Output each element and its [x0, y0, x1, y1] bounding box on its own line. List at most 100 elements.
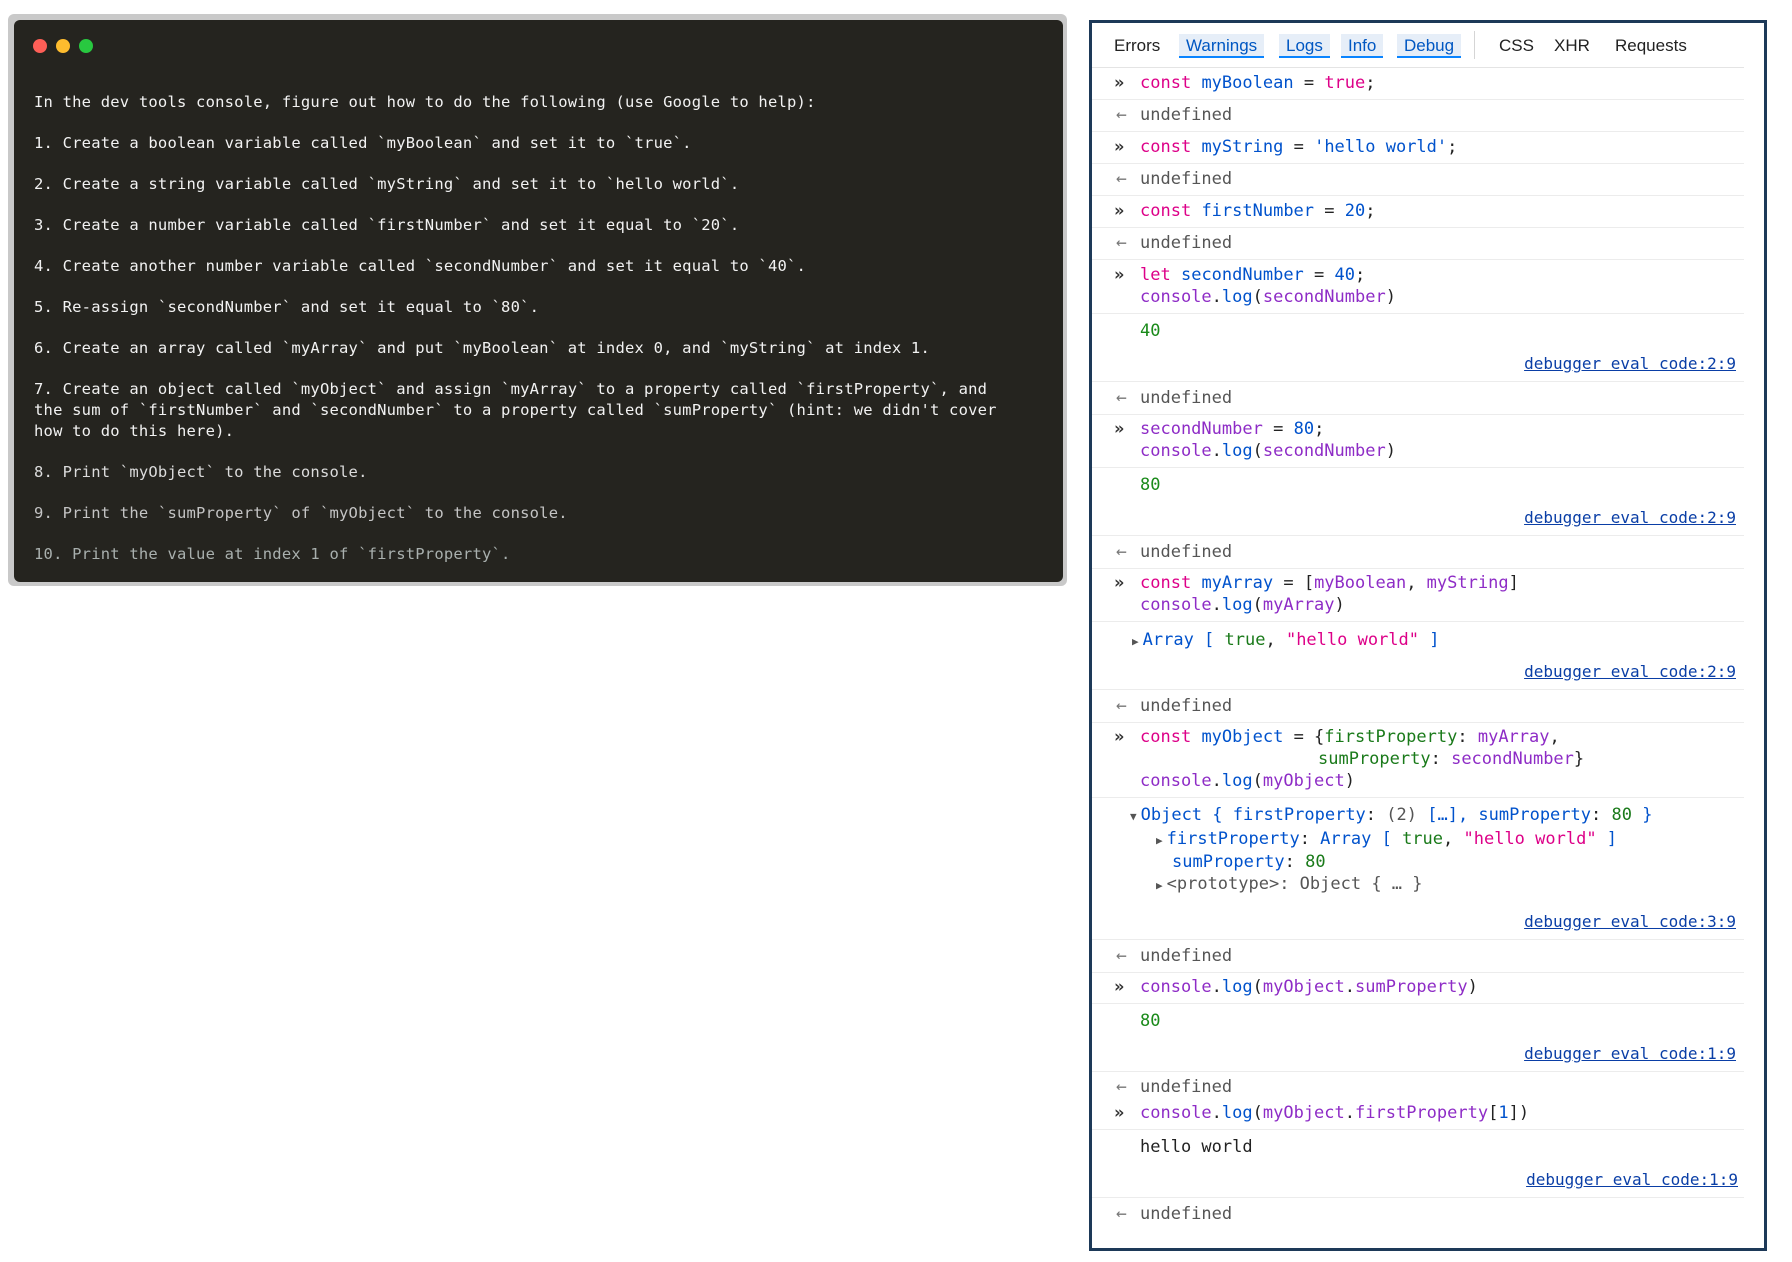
instruction-intro: In the dev tools console, figure out how… — [34, 93, 816, 111]
console-input-row: » const firstNumber = 20; — [1092, 195, 1744, 228]
input-prompt-icon: » — [1114, 727, 1124, 747]
console-code[interactable]: sumProperty: secondNumber} — [1318, 749, 1584, 769]
array-output[interactable]: ▶ Array [ true, "hello world" ] — [1132, 630, 1440, 650]
input-prompt-icon: » — [1114, 1103, 1124, 1123]
console-code[interactable]: console.log(myObject.firstProperty[1]) — [1140, 1103, 1529, 1123]
minimize-window-dot[interactable] — [56, 39, 70, 53]
filter-info[interactable]: Info — [1341, 34, 1384, 58]
input-prompt-icon: » — [1114, 573, 1124, 593]
input-prompt-icon: » — [1114, 137, 1124, 157]
instructions-terminal-window: In the dev tools console, figure out how… — [14, 20, 1063, 582]
result-undefined: undefined — [1140, 233, 1233, 253]
instruction-8: 8. Print `myObject` to the console. — [34, 463, 368, 481]
collapse-triangle-icon[interactable]: ▼ — [1130, 810, 1137, 823]
console-code[interactable]: console.log(secondNumber) — [1140, 287, 1396, 307]
instruction-9: 9. Print the `sumProperty` of `myObject`… — [34, 504, 568, 522]
result-arrow-icon: ← — [1116, 168, 1127, 189]
console-result-row: ← undefined — [1092, 99, 1744, 132]
filter-divider — [1474, 31, 1475, 59]
console-input-row: » const myBoolean = true; — [1092, 67, 1744, 100]
instruction-4: 4. Create another number variable called… — [34, 257, 807, 275]
source-link[interactable]: debugger eval code:3:9 — [1524, 912, 1736, 931]
filter-xhr[interactable]: XHR — [1554, 36, 1590, 56]
log-output-number: 80 — [1140, 1011, 1161, 1031]
log-output-string: hello world — [1140, 1137, 1253, 1157]
console-code[interactable]: console.log(myObject) — [1140, 771, 1355, 791]
log-output-number: 40 — [1140, 321, 1161, 341]
filter-warnings[interactable]: Warnings — [1179, 34, 1265, 58]
object-first-property[interactable]: ▶ firstProperty: Array [ true, "hello wor… — [1156, 829, 1617, 849]
instruction-7: 7. Create an object called `myObject` an… — [34, 380, 997, 440]
console-code[interactable]: console.log(myArray) — [1140, 595, 1345, 615]
console-result-row: ← undefined — [1092, 381, 1744, 415]
filter-requests[interactable]: Requests — [1615, 36, 1687, 56]
instruction-10: 10. Print the value at index 1 of `first… — [34, 545, 511, 563]
console-code[interactable]: let secondNumber = 40; — [1140, 265, 1365, 285]
source-link[interactable]: debugger eval code:2:9 — [1524, 354, 1736, 373]
console-input-row: » const myObject = {firstProperty: myArr… — [1092, 721, 1744, 798]
console-result-row: ← undefined — [1092, 1197, 1744, 1230]
console-input-row: » let secondNumber = 40; console.log(sec… — [1092, 259, 1744, 314]
result-undefined: undefined — [1140, 388, 1233, 408]
console-result-row: ← undefined — [1092, 535, 1744, 569]
filter-css[interactable]: CSS — [1499, 36, 1534, 56]
filter-logs[interactable]: Logs — [1279, 34, 1330, 58]
source-link[interactable]: debugger eval code:1:9 — [1526, 1170, 1738, 1189]
console-input-row: » console.log(myObject.sumProperty) — [1092, 971, 1744, 1004]
console-log-row: 80 debugger eval code:2:9 — [1092, 467, 1744, 535]
console-result-row: ← undefined — [1092, 1071, 1744, 1100]
filter-errors[interactable]: Errors — [1114, 36, 1160, 56]
result-undefined: undefined — [1140, 542, 1233, 562]
input-prompt-icon: » — [1114, 977, 1124, 997]
console-log-row: hello world debugger eval code:1:9 — [1092, 1129, 1744, 1197]
console-result-row: ← undefined — [1092, 163, 1744, 196]
result-arrow-icon: ← — [1116, 541, 1127, 562]
object-prototype[interactable]: ▶ <prototype>: Object { … } — [1156, 874, 1423, 894]
console-log-row: 40 debugger eval code:2:9 — [1092, 313, 1744, 381]
console-code[interactable]: secondNumber = 80; — [1140, 419, 1324, 439]
console-log-row: ▼ Object { firstProperty: (2) […], sumPro… — [1092, 797, 1744, 939]
filter-debug[interactable]: Debug — [1397, 34, 1462, 58]
instruction-6: 6. Create an array called `myArray` and … — [34, 339, 930, 357]
instruction-3: 3. Create a number variable called `firs… — [34, 216, 740, 234]
input-prompt-icon: » — [1114, 419, 1124, 439]
result-undefined: undefined — [1140, 696, 1233, 716]
result-arrow-icon: ← — [1116, 695, 1127, 716]
console-code[interactable]: const myString = 'hello world'; — [1140, 137, 1457, 157]
source-link[interactable]: debugger eval code:1:9 — [1524, 1044, 1736, 1063]
console-code[interactable]: const myArray = [myBoolean, myString] — [1140, 573, 1519, 593]
console-input-row: » console.log(myObject.firstProperty[1]) — [1092, 1099, 1744, 1130]
result-undefined: undefined — [1140, 1077, 1233, 1097]
console-filter-bar: Errors Warnings Logs Info Debug CSS XHR … — [1092, 23, 1744, 68]
expand-triangle-icon[interactable]: ▶ — [1156, 879, 1163, 892]
object-sum-property: sumProperty: 80 — [1172, 852, 1326, 872]
result-undefined: undefined — [1140, 1204, 1233, 1224]
result-arrow-icon: ← — [1116, 232, 1127, 253]
console-code[interactable]: const myObject = {firstProperty: myArray… — [1140, 727, 1560, 747]
console-result-row: ← undefined — [1092, 689, 1744, 723]
source-link[interactable]: debugger eval code:2:9 — [1524, 508, 1736, 527]
console-result-row: ← undefined — [1092, 227, 1744, 260]
instruction-2: 2. Create a string variable called `mySt… — [34, 175, 740, 193]
object-output[interactable]: ▼ Object { firstProperty: (2) […], sumPro… — [1130, 805, 1652, 825]
maximize-window-dot[interactable] — [79, 39, 93, 53]
console-code[interactable]: console.log(myObject.sumProperty) — [1140, 977, 1478, 997]
console-code[interactable]: const myBoolean = true; — [1140, 73, 1376, 93]
console-code[interactable]: console.log(secondNumber) — [1140, 441, 1396, 461]
result-arrow-icon: ← — [1116, 1076, 1127, 1097]
console-result-row: ← undefined — [1092, 939, 1744, 973]
window-controls — [33, 39, 93, 53]
expand-triangle-icon[interactable]: ▶ — [1156, 834, 1163, 847]
result-undefined: undefined — [1140, 946, 1233, 966]
close-window-dot[interactable] — [33, 39, 47, 53]
console-code[interactable]: const firstNumber = 20; — [1140, 201, 1376, 221]
console-input-row: » const myString = 'hello world'; — [1092, 131, 1744, 164]
input-prompt-icon: » — [1114, 73, 1124, 93]
input-prompt-icon: » — [1114, 201, 1124, 221]
console-input-row: » const myArray = [myBoolean, myString] … — [1092, 567, 1744, 622]
result-arrow-icon: ← — [1116, 945, 1127, 966]
expand-triangle-icon[interactable]: ▶ — [1132, 635, 1139, 648]
source-link[interactable]: debugger eval code:2:9 — [1524, 662, 1736, 681]
devtools-console-panel: Errors Warnings Logs Info Debug CSS XHR … — [1089, 20, 1767, 1251]
result-undefined: undefined — [1140, 105, 1233, 125]
